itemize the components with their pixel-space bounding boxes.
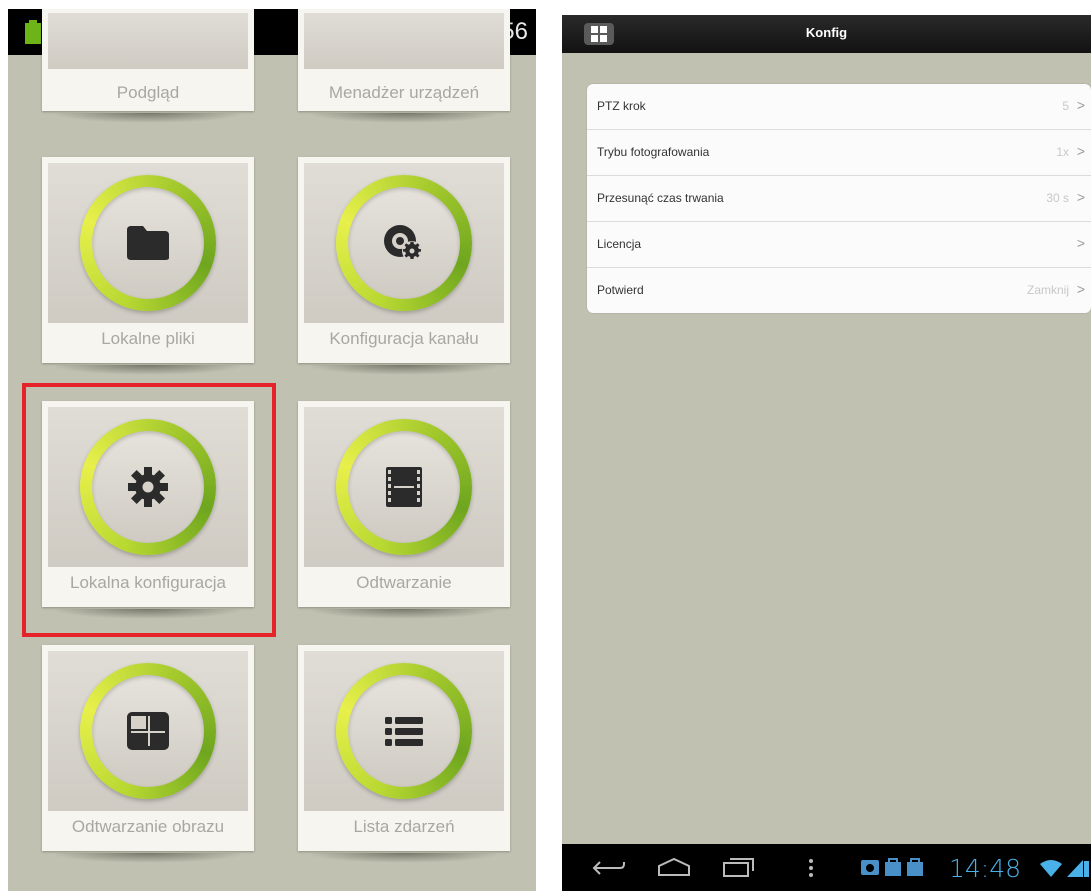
chevron-right-icon: > xyxy=(1076,189,1085,205)
tile-label: Menadżer urządzeń xyxy=(328,83,480,102)
icon-ring xyxy=(336,419,472,555)
page-title: Konfig xyxy=(805,25,848,40)
chevron-right-icon: > xyxy=(1076,235,1085,251)
row-label: Licencja xyxy=(597,237,642,251)
chevron-right-icon: > xyxy=(1076,97,1085,113)
overflow-menu-icon[interactable] xyxy=(808,858,814,878)
tile-lokalne-pliki[interactable]: Lokalne pliki xyxy=(42,157,254,375)
icon-ring xyxy=(80,175,216,311)
tile-lista-zdarzen[interactable]: Lista zdarzeń xyxy=(298,645,510,863)
shopping-bag-icon xyxy=(885,858,901,876)
settings-row-capture-mode[interactable]: Trybu fotografowania 1x > xyxy=(587,130,1091,176)
row-value: Zamknij xyxy=(1026,283,1069,297)
battery-full-icon xyxy=(25,20,41,44)
list-icon xyxy=(385,717,423,746)
recent-apps-icon[interactable] xyxy=(722,856,756,878)
chevron-right-icon: > xyxy=(1076,281,1085,297)
tile-menadzer-urzadzen[interactable]: Menadżer urządzeń xyxy=(298,9,510,123)
row-value: 1x xyxy=(1056,145,1069,159)
folder-icon xyxy=(127,226,169,260)
split-screen-icon xyxy=(127,712,169,750)
system-clock: 14:48 xyxy=(949,854,1022,883)
tile-label: Odtwarzanie xyxy=(356,573,452,592)
settings-list: PTZ krok 5 > Trybu fotografowania 1x > P… xyxy=(587,84,1091,313)
tile-odtwarzanie[interactable]: Odtwarzanie xyxy=(298,401,510,619)
tile-odtwarzanie-obrazu[interactable]: Odtwarzanie obrazu xyxy=(42,645,254,863)
icon-ring xyxy=(336,175,472,311)
row-value: 5 xyxy=(1062,99,1069,113)
row-label: Trybu fotografowania xyxy=(597,145,710,159)
wifi-icon xyxy=(1040,860,1062,877)
tile-podglad[interactable]: Podgląd xyxy=(42,9,254,123)
tile-label: Lista zdarzeń xyxy=(353,817,455,836)
shopping-bag-icon xyxy=(907,858,923,876)
phone-screen-left: 14:56 Podgląd Menadżer urządzeń Lokalne … xyxy=(8,9,536,891)
top-bar: Konfig xyxy=(562,15,1091,53)
film-strip-icon xyxy=(386,467,422,507)
chevron-right-icon: > xyxy=(1076,143,1085,159)
row-label: Potwierd xyxy=(597,283,644,297)
screenshot-notification-icon xyxy=(861,860,879,875)
tile-konfiguracja-kanalu[interactable]: Konfiguracja kanału xyxy=(298,157,510,375)
settings-row-license[interactable]: Licencja > xyxy=(587,222,1091,268)
tile-label: Lokalne pliki xyxy=(101,329,195,348)
channel-config-icon xyxy=(384,225,422,261)
tile-label: Podgląd xyxy=(116,83,180,102)
tile-label: Odtwarzanie obrazu xyxy=(71,817,225,836)
icon-ring xyxy=(336,663,472,799)
settings-row-ptz-step[interactable]: PTZ krok 5 > xyxy=(587,84,1091,130)
tablet-screen-right: Konfig PTZ krok 5 > Trybu fotografowania… xyxy=(562,15,1091,891)
tile-label: Konfiguracja kanału xyxy=(329,329,479,348)
home-icon[interactable] xyxy=(657,857,691,877)
icon-ring xyxy=(80,663,216,799)
battery-charging-icon xyxy=(1067,860,1089,877)
row-label: PTZ krok xyxy=(597,99,646,113)
highlight-box xyxy=(22,383,276,637)
row-value: 30 s xyxy=(1046,191,1069,205)
row-label: Przesunąć czas trwania xyxy=(597,191,724,205)
navigation-bar: 14:48 xyxy=(562,844,1091,891)
back-icon[interactable] xyxy=(592,858,626,878)
settings-row-confirm[interactable]: Potwierd Zamknij > xyxy=(587,268,1091,313)
settings-row-move-duration[interactable]: Przesunąć czas trwania 30 s > xyxy=(587,176,1091,222)
